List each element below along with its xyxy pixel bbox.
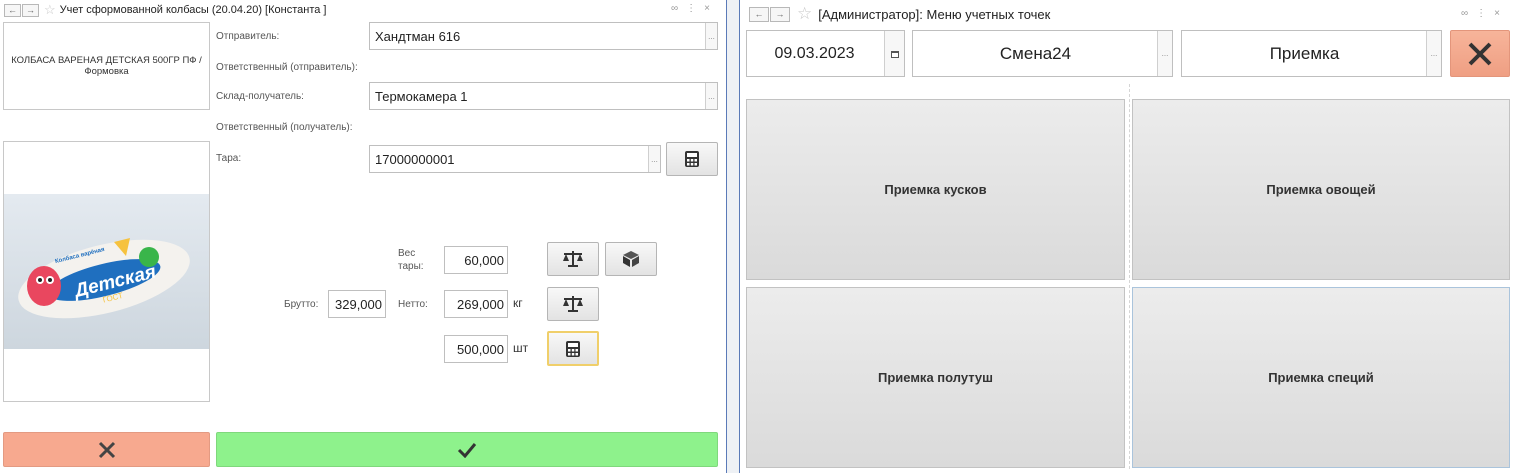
mode-field[interactable]: Приемка ... [1181,30,1442,77]
tiles-divider [1129,84,1130,469]
box-icon [623,251,639,267]
shift-field[interactable]: Смена24 ... [912,30,1173,77]
calculator-icon [566,340,580,357]
box-button[interactable] [605,242,657,276]
tile-receive-vegetables[interactable]: Приемка овощей [1132,99,1510,280]
brutto-label: Брутто: [284,299,319,310]
tile-receive-half-carcasses[interactable]: Приемка полутуш [746,287,1125,468]
link-icon[interactable]: ∞ [1461,8,1476,19]
window-close-icon[interactable]: × [1494,8,1508,19]
sender-responsible-label: Ответственный (отправитель): [216,62,358,73]
date-value: 09.03.2023 [774,44,855,62]
warehouse-value: Термокамера 1 [375,88,468,104]
confirm-button[interactable] [216,432,718,467]
link-icon[interactable]: ∞ [671,3,686,14]
date-picker-button[interactable] [884,31,904,76]
forward-arrow-icon[interactable]: → [770,6,790,22]
pieces-unit: шт [513,341,529,355]
more-icon[interactable]: ⋮ [1476,8,1494,19]
window-close-icon[interactable]: × [704,3,718,14]
left-titlebar: ← → ☆ Учет сформованной колбасы (20.04.2… [0,0,726,20]
tara-value: 17000000001 [375,151,455,167]
sender-field[interactable]: Хандтман 616 ... [369,22,718,50]
favorite-star-icon[interactable]: ☆ [44,2,56,18]
tara-label: Тара: [216,153,242,164]
more-icon[interactable]: ⋮ [686,3,704,14]
tile-label: Приемка овощей [1266,182,1376,197]
pieces-calculator-button[interactable] [547,331,599,366]
close-menu-button[interactable] [1450,30,1510,77]
window-title: [Администратор]: Меню учетных точек [818,6,1051,22]
right-titlebar: ← → ☆ [Администратор]: Меню учетных точе… [740,0,1514,28]
scales-icon [563,296,583,312]
sender-value: Хандтман 616 [375,28,461,44]
tare-weight-field[interactable]: 60,000 [444,246,508,274]
tile-label: Приемка кусков [884,182,987,197]
calendar-icon [890,50,899,58]
warehouse-select-button[interactable]: ... [705,83,717,109]
product-name: КОЛБАСА ВАРЕНАЯ ДЕТСКАЯ 500ГР ПФ / Формо… [11,55,202,77]
calculator-icon [685,151,699,167]
close-icon [98,441,115,458]
netto-unit: кг [513,296,523,310]
tile-label: Приемка полутуш [877,370,993,385]
pieces-field[interactable]: 500,000 [444,335,508,363]
check-icon [457,442,477,458]
brutto-value: 329,000 [335,296,382,312]
shift-select-button[interactable]: ... [1157,31,1172,76]
receiver-responsible-label: Ответственный (получатель): [216,122,353,133]
window-title: Учет сформованной колбасы (20.04.20) [Ко… [59,4,327,16]
netto-label: Нетто: [398,299,428,310]
back-arrow-icon[interactable]: ← [749,6,769,22]
favorite-star-icon[interactable]: ☆ [797,4,812,24]
mode-select-button[interactable]: ... [1426,31,1441,76]
netto-value: 269,000 [457,296,504,312]
brutto-field[interactable]: 329,000 [328,290,386,318]
window-controls: ∞⋮× [1461,8,1508,19]
tare-scales-button[interactable] [547,242,599,276]
mode-value: Приемка [1269,43,1340,63]
warehouse-label: Склад-получатель: [216,91,304,102]
forward-arrow-icon[interactable]: → [22,3,39,17]
sender-select-button[interactable]: ... [705,23,717,49]
tile-label: Приемка специй [1268,370,1374,385]
cancel-button[interactable] [3,432,210,467]
netto-scales-button[interactable] [547,287,599,321]
shift-value: Смена24 [999,43,1072,63]
tara-select-button[interactable]: ... [648,146,660,172]
netto-field[interactable]: 269,000 [444,290,508,318]
sender-label: Отправитель: [216,31,280,42]
sausage-image: Детская ГОСТ Колбаса варёная [18,238,190,319]
close-icon [1468,42,1492,65]
pieces-value: 500,000 [457,341,504,357]
warehouse-field[interactable]: Термокамера 1 ... [369,82,718,110]
tile-receive-pieces[interactable]: Приемка кусков [746,99,1125,280]
product-image-box: Детская ГОСТ Колбаса варёная [3,141,210,402]
window-controls: ∞⋮× [671,3,718,14]
left-window: ← → ☆ Учет сформованной колбасы (20.04.2… [0,0,726,473]
date-field[interactable]: 09.03.2023 [746,30,905,77]
right-window: ← → ☆ [Администратор]: Меню учетных точе… [740,0,1514,473]
back-arrow-icon[interactable]: ← [4,3,21,17]
tare-weight-value: 60,000 [464,252,504,268]
tara-calculator-button[interactable] [666,142,718,176]
window-divider [726,0,740,473]
scales-icon [563,251,583,267]
tile-receive-spices[interactable]: Приемка специй [1132,287,1510,468]
tara-field[interactable]: 17000000001 ... [369,145,661,173]
product-photo: Детская ГОСТ Колбаса варёная [4,194,209,349]
product-name-box: КОЛБАСА ВАРЕНАЯ ДЕТСКАЯ 500ГР ПФ / Формо… [3,22,210,110]
tare-weight-label: Вес тары: [398,248,424,272]
